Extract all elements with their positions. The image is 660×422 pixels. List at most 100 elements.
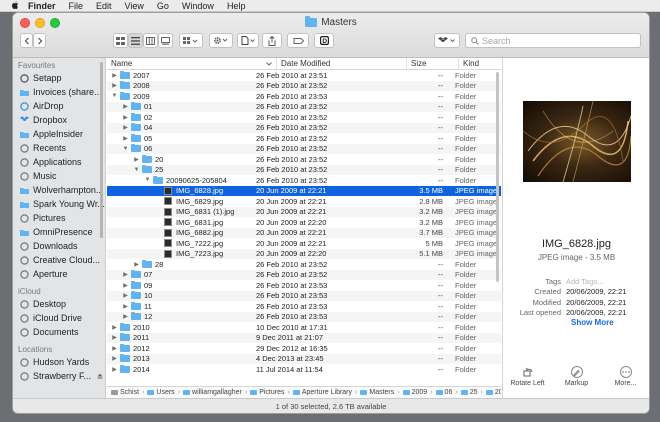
table-row[interactable]: ▶ 09 26 Feb 2010 at 23:53 -- Folder (107, 280, 501, 291)
disclosure-closed-icon[interactable]: ▶ (111, 345, 118, 352)
table-row-selected[interactable]: IMG_6828.jpg 20 Jun 2009 at 22:21 3.5 MB JP… (107, 185, 501, 196)
sidebar-item[interactable]: Strawberry F... (13, 369, 105, 383)
disclosure-closed-icon[interactable]: ▶ (111, 366, 118, 373)
file-list-scrollbar[interactable] (496, 72, 499, 282)
dropbox-toolbar-button[interactable] (434, 33, 460, 48)
sidebar-item[interactable]: iCloud Drive (13, 311, 105, 325)
disclosure-closed-icon[interactable]: ▶ (122, 303, 129, 310)
apple-menu-icon[interactable] (10, 1, 20, 11)
table-row[interactable]: ▼ 20090625-205804 26 Feb 2010 at 23:52 -- Fo… (107, 175, 501, 186)
path-segment[interactable]: 20090625-205804 (485, 389, 501, 396)
dropbox-action-button[interactable]: D (314, 33, 334, 48)
table-row[interactable]: IMG_6882.jpg 20 Jun 2009 at 22:21 3.7 MB JP… (107, 227, 501, 238)
search-field[interactable] (465, 33, 641, 48)
table-row[interactable]: ▶ 11 26 Feb 2010 at 23:53 -- Folder (107, 301, 501, 312)
path-segment[interactable]: Aperture Library (292, 389, 352, 396)
disclosure-closed-icon[interactable]: ▶ (122, 282, 129, 289)
sidebar-item[interactable]: Setapp (13, 71, 105, 85)
disclosure-closed-icon[interactable]: ▶ (122, 292, 129, 299)
path-segment[interactable]: 25 (460, 389, 477, 396)
table-row[interactable]: ▶ 20 26 Feb 2010 at 23:52 -- Folder (107, 154, 501, 165)
sidebar-item[interactable]: Wolverhampton... (13, 183, 105, 197)
disclosure-closed-icon[interactable]: ▶ (111, 72, 118, 79)
show-more-link[interactable]: Show More (571, 318, 614, 327)
table-row[interactable]: IMG_7223.jpg 20 Jun 2009 at 22:20 5.1 MB JP… (107, 248, 501, 259)
sidebar-item[interactable]: AirDrop (13, 99, 105, 113)
table-row[interactable]: ▶ 01 26 Feb 2010 at 23:52 -- Folder (107, 101, 501, 112)
group-by-button[interactable] (179, 33, 203, 48)
sidebar-item[interactable]: Downloads (13, 239, 105, 253)
table-row[interactable]: ▶ 2012 29 Dec 2012 at 16:35 -- Folder (107, 343, 501, 354)
path-segment[interactable]: williamgallagher (183, 389, 242, 396)
sidebar-item[interactable]: Spark Young Wr... (13, 197, 105, 211)
disclosure-open-icon[interactable]: ▼ (133, 166, 140, 173)
sidebar-item[interactable]: Hudson Yards (13, 355, 105, 369)
table-row[interactable]: ▶ 07 26 Feb 2010 at 23:52 -- Folder (107, 269, 501, 280)
table-row[interactable]: ▶ 12 26 Feb 2010 at 23:53 -- Folder (107, 311, 501, 322)
sidebar-item[interactable]: Pictures (13, 211, 105, 225)
back-button[interactable] (20, 33, 33, 48)
table-row[interactable]: ▼ 06 26 Feb 2010 at 23:52 -- Folder (107, 143, 501, 154)
disclosure-open-icon[interactable]: ▼ (122, 145, 129, 152)
dropbox-menu-button[interactable] (237, 33, 259, 48)
menu-edit[interactable]: Edit (96, 1, 112, 11)
disclosure-closed-icon[interactable]: ▶ (111, 355, 118, 362)
sidebar-item[interactable]: Applications (13, 155, 105, 169)
path-segment[interactable]: 2009 (402, 389, 427, 396)
column-view-button[interactable] (143, 33, 158, 48)
path-segment[interactable]: Schist (111, 389, 139, 396)
sidebar-item[interactable]: Aperture (13, 267, 105, 281)
share-button[interactable] (262, 33, 282, 48)
disclosure-closed-icon[interactable]: ▶ (111, 82, 118, 89)
table-row[interactable]: IMG_7222.jpg 20 Jun 2009 at 22:21 5 MB JPEG… (107, 238, 501, 249)
menu-help[interactable]: Help (227, 1, 246, 11)
menu-finder[interactable]: Finder (28, 1, 56, 11)
tag-button[interactable] (287, 33, 309, 48)
table-row[interactable]: IMG_6831.jpg 20 Jun 2009 at 22:20 3.2 MB JP… (107, 217, 501, 228)
path-segment[interactable]: Pictures (250, 389, 284, 396)
disclosure-open-icon[interactable]: ▼ (111, 93, 118, 100)
disclosure-closed-icon[interactable]: ▶ (122, 271, 129, 278)
table-row[interactable]: ▶ 2011 9 Dec 2011 at 21:07 -- Folder (107, 332, 501, 343)
sidebar-item[interactable]: AppleInsider (13, 127, 105, 141)
path-segment[interactable]: Users (147, 389, 175, 396)
markup-button[interactable]: Markup (554, 366, 599, 387)
column-header-kind[interactable]: Kind (459, 58, 501, 69)
path-segment[interactable]: 06 (435, 389, 452, 396)
menu-window[interactable]: Window (182, 1, 214, 11)
sidebar-item[interactable]: Documents (13, 325, 105, 339)
forward-button[interactable] (33, 33, 46, 48)
sidebar-item[interactable]: Desktop (13, 297, 105, 311)
table-row[interactable]: ▶ 2014 11 Jul 2014 at 11:54 -- Folder (107, 364, 501, 375)
table-row[interactable]: ▶ 28 26 Feb 2010 at 23:52 -- Folder (107, 259, 501, 270)
menu-file[interactable]: File (69, 1, 84, 11)
table-row[interactable]: ▼ 25 26 Feb 2010 at 23:52 -- Folder (107, 164, 501, 175)
sidebar-item[interactable]: Music (13, 169, 105, 183)
sidebar-scrollbar[interactable] (100, 62, 103, 238)
table-row[interactable]: ▶ 2007 26 Feb 2010 at 23:51 -- Folder (107, 70, 501, 81)
table-row[interactable]: ▶ 10 26 Feb 2010 at 23:53 -- Folder (107, 290, 501, 301)
gallery-view-button[interactable] (158, 33, 173, 48)
table-row[interactable]: ▶ 2013 4 Dec 2013 at 23:45 -- Folder (107, 353, 501, 364)
menu-go[interactable]: Go (157, 1, 169, 11)
disclosure-closed-icon[interactable]: ▶ (122, 313, 129, 320)
sidebar-item[interactable]: Invoices (share... (13, 85, 105, 99)
sidebar-item[interactable]: Dropbox (13, 113, 105, 127)
disclosure-closed-icon[interactable]: ▶ (122, 103, 129, 110)
table-row[interactable]: ▶ 04 26 Feb 2010 at 23:52 -- Folder (107, 122, 501, 133)
disclosure-closed-icon[interactable]: ▶ (133, 156, 140, 163)
column-header-name[interactable]: Name (107, 58, 277, 69)
column-header-size[interactable]: Size (407, 58, 459, 69)
disclosure-open-icon[interactable]: ▼ (144, 177, 151, 184)
table-row[interactable]: ▶ 2010 10 Dec 2010 at 17:31 -- Folder (107, 322, 501, 333)
more-button[interactable]: More... (603, 366, 648, 387)
search-input[interactable] (482, 35, 632, 46)
sidebar-item[interactable]: Creative Cloud... (13, 253, 105, 267)
sidebar-item[interactable]: Recents (13, 141, 105, 155)
action-button[interactable] (209, 33, 233, 48)
menu-view[interactable]: View (125, 1, 144, 11)
list-view-button[interactable] (128, 33, 143, 48)
disclosure-closed-icon[interactable]: ▶ (122, 135, 129, 142)
add-tags-field[interactable]: Add Tags... (566, 277, 603, 286)
table-row[interactable]: ▶ 02 26 Feb 2010 at 23:52 -- Folder (107, 112, 501, 123)
